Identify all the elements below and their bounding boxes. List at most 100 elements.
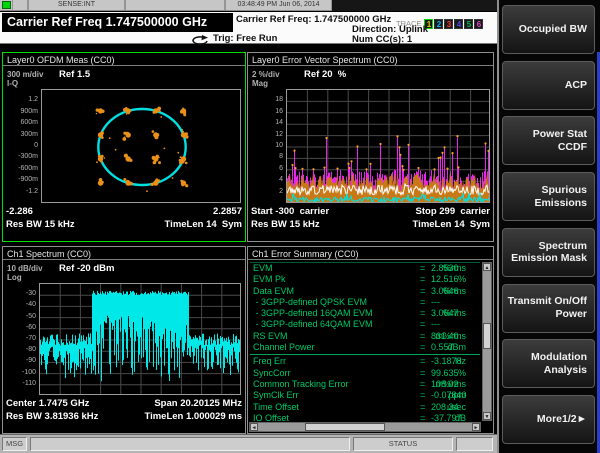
scroll-left-icon[interactable]: ◄ xyxy=(250,423,258,431)
metric-unit: ppm xyxy=(448,390,466,401)
metric-label: RS EVM xyxy=(253,331,288,342)
metric-unit: dBm xyxy=(447,342,466,353)
continuous-sweep-icon xyxy=(190,33,211,44)
y-tick-label: -90 xyxy=(3,357,36,364)
y-tick-label: 300m xyxy=(3,131,38,138)
menu-button-occupied-bw[interactable]: Occupied BW xyxy=(502,5,595,54)
msg-label: MSG xyxy=(2,437,27,451)
metric-unit: usec xyxy=(447,402,466,413)
trace-5-indicator[interactable]: 5 xyxy=(464,19,473,29)
y-tick-label: 14 xyxy=(248,119,283,126)
res-bw-label: Res BW 3.81936 kHz xyxy=(6,411,98,422)
menu-button-more-1-2[interactable]: More1/2► xyxy=(502,395,595,444)
metric-label: EVM xyxy=(253,263,273,274)
x-axis-labels: Center 1.7475 GHz Span 20.20125 MHz xyxy=(6,398,242,409)
strip-dark-segment xyxy=(332,0,497,11)
metric-label: SyncCorr xyxy=(253,368,291,379)
metric-unit: dB xyxy=(455,413,466,421)
panel-footer: Res BW 3.81936 kHz TimeLen 1.000029 ms xyxy=(6,411,242,422)
vertical-scroll-thumb[interactable] xyxy=(483,323,491,349)
panel-title: Ch1 Error Summary (CC0) xyxy=(248,247,493,260)
x-axis-labels: Start -300 carrier Stop 299 carrier xyxy=(251,206,490,217)
error-summary-row: Common Tracking Error=108.02m%rms xyxy=(250,379,480,390)
error-summary-row: Channel Power=0.557dBm xyxy=(250,342,480,353)
menu-button-acp[interactable]: ACP xyxy=(502,61,595,110)
y-tick-label: 6 xyxy=(248,165,283,172)
y-tick-label: 0 xyxy=(3,142,38,149)
trace-6-indicator[interactable]: 6 xyxy=(474,19,483,29)
equals-sign: = xyxy=(420,331,425,342)
trace-3-indicator[interactable]: 3 xyxy=(444,19,453,29)
y-tick-label: -50 xyxy=(3,313,36,320)
error-summary-row: EVM Pk=12.516%a xyxy=(250,274,480,285)
scroll-up-icon[interactable]: ▲ xyxy=(483,263,491,271)
error-summary-row: Freq Err=-3.1878Hz xyxy=(250,356,480,367)
metric-unit: m%rms xyxy=(436,331,467,342)
scroll-right-icon[interactable]: ► xyxy=(472,423,480,431)
ref-level-label: Ref -20 dBm xyxy=(59,263,114,274)
error-summary-row: Time Offset=208.34usec xyxy=(250,402,480,413)
menu-button-modulation-analysis[interactable]: Modulation Analysis xyxy=(502,339,595,388)
error-summary-row: RS EVM=831.40m%rms xyxy=(250,331,480,342)
menu-button-spectrum-emission-mask[interactable]: Spectrum Emission Mask xyxy=(502,228,595,277)
trace-2-indicator[interactable]: 2 xyxy=(434,19,443,29)
y-tick-label: -30 xyxy=(3,290,36,297)
metric-unit: % xyxy=(458,274,466,285)
vertical-scrollbar[interactable]: ▲ ▼ xyxy=(482,262,492,421)
metric-unit: %rms xyxy=(443,263,466,274)
y-tick-label: 18 xyxy=(248,96,283,103)
error-summary-panel[interactable]: Ch1 Error Summary (CC0) EVM=2.8530%rmsaE… xyxy=(247,246,494,434)
datetime-readout: 03:48:49 PM Jun 06, 2014 xyxy=(225,0,332,10)
y-tick-label: 600m xyxy=(3,119,38,126)
y-tick-label: -300m xyxy=(3,153,38,160)
equals-sign: = xyxy=(420,286,425,297)
error-vector-spectrum-panel[interactable]: Layer0 Error Vector Spectrum (CC0) 2 %/d… xyxy=(247,52,494,242)
start-carrier-label: Start -300 carrier xyxy=(251,206,329,217)
status-label: STATUS xyxy=(353,437,453,451)
y-tick-label: -70 xyxy=(3,335,36,342)
y-tick-label: 16 xyxy=(248,108,283,115)
error-summary-row: - 3GPP-defined QPSK EVM=--- xyxy=(250,297,480,308)
metric-value: --- xyxy=(431,319,440,330)
metric-value: 12.516 xyxy=(431,274,459,285)
metric-label: SymClk Err xyxy=(253,390,299,401)
y-tick-label: 4 xyxy=(248,176,283,183)
y-tick-label: -600m xyxy=(3,165,38,172)
menu-button-spurious-emissions[interactable]: Spurious Emissions xyxy=(502,172,595,221)
equals-sign: = xyxy=(420,402,425,413)
y-tick-label: 12 xyxy=(248,131,283,138)
y-tick-label: -900m xyxy=(3,176,38,183)
softkey-menu: Occupied BW ACP Power Stat CCDF Spurious Em… xyxy=(497,0,600,453)
menu-button-power-stat-ccdf[interactable]: Power Stat CCDF xyxy=(502,116,595,165)
equals-sign: = xyxy=(420,342,425,353)
metric-label: - 3GPP-defined 64QAM EVM xyxy=(253,319,373,330)
menu-button-transmit-on-off-power[interactable]: Transmit On/Off Power xyxy=(502,284,595,333)
spectrum-panel[interactable]: Ch1 Spectrum (CC0) 10 dB/div Ref -20 dBm… xyxy=(2,246,246,434)
metric-label: IQ Offset xyxy=(253,413,289,421)
scroll-down-icon[interactable]: ▼ xyxy=(483,412,491,420)
num-cc-annunciator: Num CC(s): 1 xyxy=(352,34,412,45)
metric-label: - 3GPP-defined QPSK EVM xyxy=(253,297,367,308)
stop-carrier-label: Stop 299 carrier xyxy=(416,206,490,217)
y-tick-label: -60 xyxy=(3,324,36,331)
horizontal-scroll-thumb[interactable] xyxy=(305,423,385,431)
x-max-label: 2.2857 xyxy=(213,206,242,217)
metric-label: EVM Pk xyxy=(253,274,286,285)
error-summary-row: EVM=2.8530%rmsa xyxy=(250,263,480,274)
error-summary-row: SymClk Err=-0.07840ppm xyxy=(250,390,480,401)
equals-sign: = xyxy=(420,390,425,401)
metric-unit: Hz xyxy=(455,356,466,367)
horizontal-scrollbar[interactable]: ◄ ► xyxy=(249,422,481,432)
panel-footer: Res BW 15 kHz TimeLen 14 Sym xyxy=(251,219,490,230)
trace-4-indicator[interactable]: 4 xyxy=(454,19,463,29)
active-function-readout: Carrier Ref Freq 1.747500000 GHz xyxy=(2,13,233,32)
ofdm-meas-panel[interactable]: Layer0 OFDM Meas (CC0) 300 m/div Ref 1.5… xyxy=(2,52,246,242)
top-status-strip: SENSE:INT 03:48:49 PM Jun 06, 2014 xyxy=(0,0,497,11)
metric-unit: %rms xyxy=(443,286,466,297)
ref-level-label: Ref 1.5 xyxy=(59,69,90,80)
center-freq-label: Center 1.7475 GHz xyxy=(6,398,89,409)
y-tick-label: 8 xyxy=(248,153,283,160)
span-label: Span 20.20125 MHz xyxy=(154,398,242,409)
metric-label: - 3GPP-defined 16QAM EVM xyxy=(253,308,373,319)
x-min-label: -2.286 xyxy=(6,206,33,217)
